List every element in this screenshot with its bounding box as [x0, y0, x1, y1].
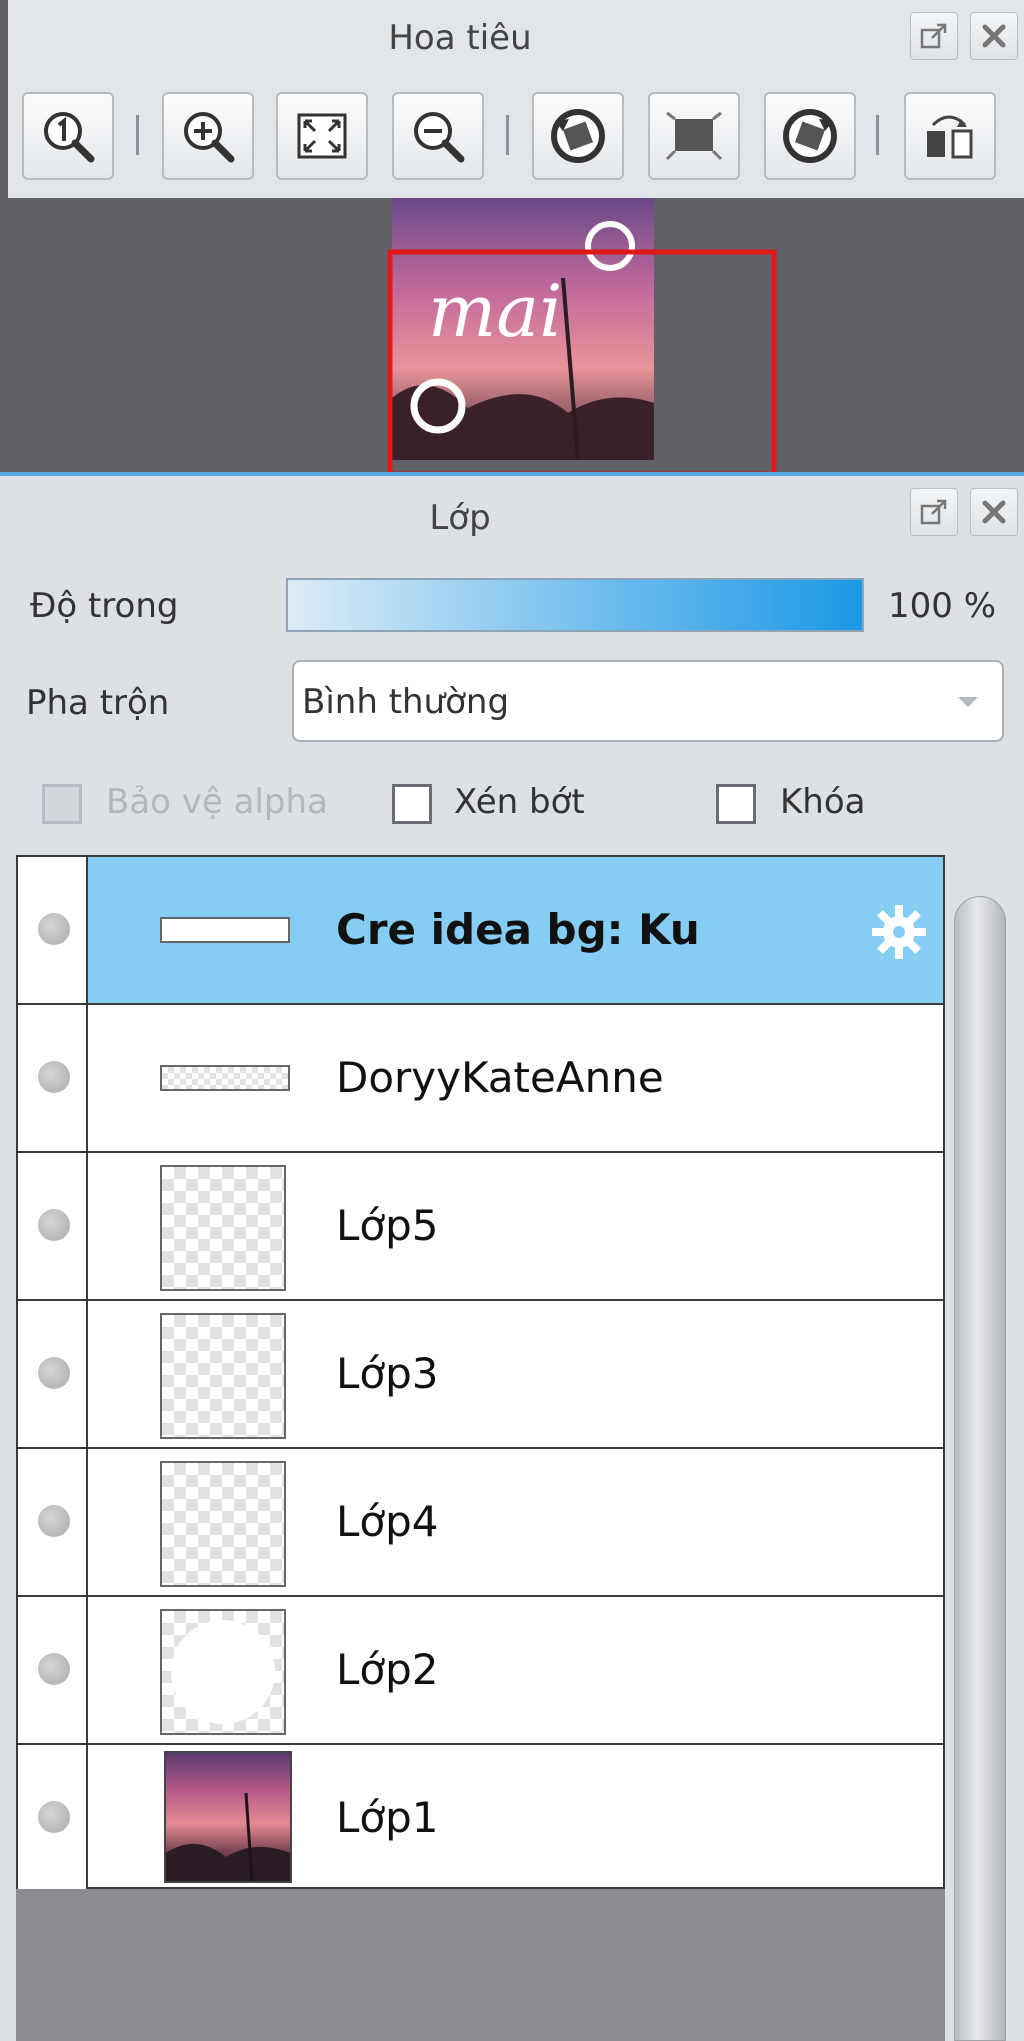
layer-row[interactable]: Lớp1	[18, 1745, 943, 1893]
layer-name: Lớp3	[336, 1349, 439, 1398]
layer-thumbnail	[160, 1461, 286, 1587]
layers-title: Lớp	[429, 498, 491, 538]
photo-thumbnail	[166, 1792, 290, 1882]
zoom-actual-button[interactable]	[22, 92, 114, 180]
fit-window-icon	[297, 113, 347, 159]
zoom-in-icon	[184, 112, 235, 163]
toolbar-separator	[506, 115, 509, 155]
reset-rotation-button[interactable]	[648, 92, 740, 180]
layer-name: Cre idea bg: Ku	[336, 905, 700, 954]
blend-mode-label: Pha trộn	[26, 683, 170, 723]
close-icon	[982, 500, 1006, 524]
layer-visibility-cell[interactable]	[18, 1005, 88, 1151]
lock-label: Khóa	[780, 782, 866, 822]
clipping-label: Xén bớt	[454, 782, 585, 822]
opacity-label: Độ trong	[30, 586, 179, 626]
zoom-in-button[interactable]	[162, 92, 254, 180]
visibility-dot-icon[interactable]	[38, 913, 70, 945]
layer-name: DoryyKateAnne	[336, 1053, 664, 1102]
blend-mode-value: Bình thường	[302, 682, 510, 722]
visibility-dot-icon[interactable]	[38, 1653, 70, 1685]
layer-visibility-cell[interactable]	[18, 1301, 88, 1447]
circle-frame-thumbnail	[171, 1620, 275, 1724]
layer-thumbnail	[160, 1313, 286, 1439]
chevron-down-icon	[958, 697, 978, 707]
layer-thumbnail	[160, 1065, 290, 1091]
layer-row[interactable]: Lớp4	[18, 1449, 943, 1597]
settings-gear-icon[interactable]	[870, 903, 928, 961]
layer-visibility-cell[interactable]	[18, 1597, 88, 1743]
protect-alpha-checkbox[interactable]	[42, 784, 82, 824]
rotate-left-icon	[551, 109, 605, 163]
layer-thumbnail	[160, 1165, 286, 1291]
toolbar-separator	[136, 115, 139, 155]
layers-close-button[interactable]	[970, 488, 1018, 536]
layer-name: Lớp1	[336, 1793, 439, 1842]
layers-detach-button[interactable]	[910, 488, 958, 536]
layer-visibility-cell[interactable]	[18, 1153, 88, 1299]
layer-list: Cre idea bg: Ku DoryyKateAnne Lớp5 Lớp3 …	[16, 855, 945, 1893]
clipping-checkbox[interactable]	[392, 784, 432, 824]
toolbar-separator	[876, 115, 879, 155]
layer-row[interactable]: DoryyKateAnne	[18, 1005, 943, 1153]
blend-mode-select[interactable]: Bình thường	[292, 660, 1004, 742]
detach-icon	[920, 499, 947, 525]
layer-row[interactable]: Cre idea bg: Ku	[18, 857, 943, 1005]
preview-title-text: mai	[428, 269, 562, 353]
layer-visibility-cell[interactable]	[18, 1745, 88, 1893]
zoom-out-icon	[414, 112, 465, 163]
layer-row[interactable]: Lớp2	[18, 1597, 943, 1745]
visibility-dot-icon[interactable]	[38, 1801, 70, 1833]
layer-visibility-cell[interactable]	[18, 857, 88, 1003]
layer-thumbnail	[160, 1609, 286, 1735]
flip-horizontal-icon	[927, 115, 973, 159]
navigator-close-button[interactable]	[970, 12, 1018, 60]
layer-row[interactable]: Lớp3	[18, 1301, 943, 1449]
panel-left-edge	[0, 0, 8, 472]
layer-thumbnail	[164, 1751, 292, 1883]
layer-list-scrollbar-thumb[interactable]	[954, 896, 1006, 2041]
layer-name: Lớp4	[336, 1497, 439, 1546]
navigator-preview[interactable]: mai	[8, 198, 1024, 472]
fit-to-window-button[interactable]	[276, 92, 368, 180]
visibility-dot-icon[interactable]	[38, 1357, 70, 1389]
layer-thumbnail	[160, 917, 290, 943]
reset-rotation-icon	[665, 111, 723, 161]
rotate-right-button[interactable]	[764, 92, 856, 180]
zoom-out-button[interactable]	[392, 92, 484, 180]
visibility-dot-icon[interactable]	[38, 1505, 70, 1537]
protect-alpha-label: Bảo vệ alpha	[106, 782, 328, 822]
visibility-dot-icon[interactable]	[38, 1061, 70, 1093]
lock-checkbox[interactable]	[716, 784, 756, 824]
layer-name: Lớp5	[336, 1201, 439, 1250]
close-icon	[982, 24, 1006, 48]
flip-horizontal-button[interactable]	[904, 92, 996, 180]
layer-list-empty-area	[16, 1889, 945, 2041]
visibility-dot-icon[interactable]	[38, 1209, 70, 1241]
navigator-panel: Hoa tiêu mai	[0, 0, 1024, 472]
canvas-thumbnail: mai	[387, 198, 777, 472]
opacity-value: 100 %	[888, 586, 997, 626]
rotate-left-button[interactable]	[532, 92, 624, 180]
layer-row[interactable]: Lớp5	[18, 1153, 943, 1301]
navigator-detach-button[interactable]	[910, 12, 958, 60]
layer-name: Lớp2	[336, 1645, 439, 1694]
navigator-title: Hoa tiêu	[388, 18, 532, 58]
opacity-slider[interactable]	[286, 578, 864, 632]
rotate-right-icon	[783, 109, 837, 163]
layer-visibility-cell[interactable]	[18, 1449, 88, 1595]
detach-icon	[920, 23, 947, 49]
zoom-1-icon	[44, 112, 95, 163]
